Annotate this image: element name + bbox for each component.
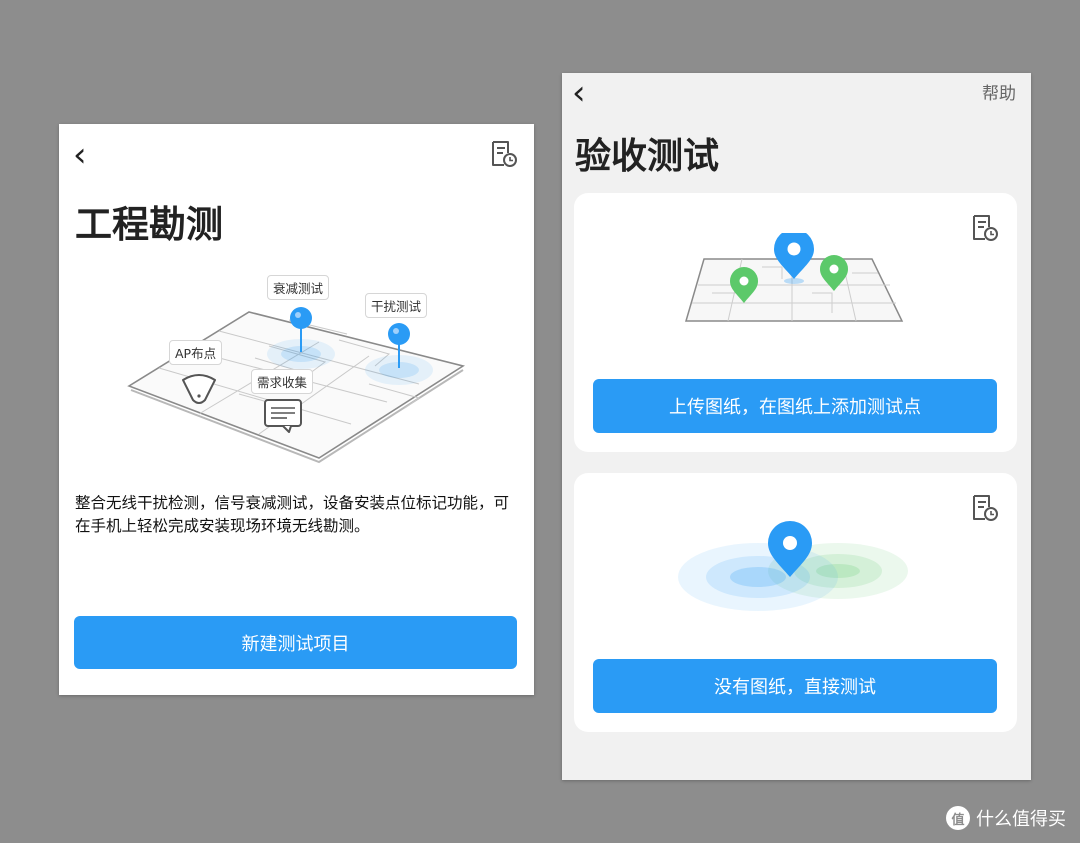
direct-test-card: 没有图纸，直接测试: [574, 473, 1017, 732]
direct-test-button[interactable]: 没有图纸，直接测试: [593, 659, 997, 713]
signal-radius-illustration: [678, 521, 908, 611]
location-pin-icon: [290, 307, 312, 329]
acceptance-test-screen: ‹ 帮助 验收测试 上传图纸，在图纸上添加测试点 没有图纸，直接测试: [562, 73, 1031, 780]
floorplan-map-illustration: [685, 233, 904, 322]
upload-floorplan-button[interactable]: 上传图纸，在图纸上添加测试点: [593, 379, 997, 433]
feature-description: 整合无线干扰检测，信号衰减测试，设备安装点位标记功能，可在手机上轻松完成安装现场…: [75, 494, 510, 535]
document-history-icon[interactable]: [969, 213, 999, 243]
callout-interference-test: 干扰测试: [365, 293, 428, 318]
page-title: 验收测试: [575, 136, 720, 177]
back-icon[interactable]: ‹: [73, 138, 87, 172]
page-title: 工程勘测: [75, 203, 223, 246]
upload-floorplan-card: 上传图纸，在图纸上添加测试点: [574, 193, 1017, 452]
document-history-icon[interactable]: [969, 493, 999, 523]
back-icon[interactable]: ‹: [572, 76, 586, 110]
document-history-icon[interactable]: [488, 139, 518, 169]
watermark: 值 什么值得买: [946, 805, 1066, 831]
new-test-project-button[interactable]: 新建测试项目: [74, 616, 517, 669]
watermark-text: 什么值得买: [976, 809, 1066, 830]
help-link[interactable]: 帮助: [982, 79, 1016, 104]
project-survey-screen: ‹ 工程勘测 衰减测试 干扰测试 AP布点 需求收集 整合无线干扰检测，信号衰减…: [59, 124, 534, 695]
callout-ap-placement: AP布点: [169, 340, 223, 365]
brand-logo-icon: 值: [946, 806, 970, 830]
callout-attenuation-test: 衰减测试: [267, 275, 330, 300]
callout-requirements: 需求收集: [251, 369, 314, 394]
location-pin-icon: [388, 323, 410, 345]
